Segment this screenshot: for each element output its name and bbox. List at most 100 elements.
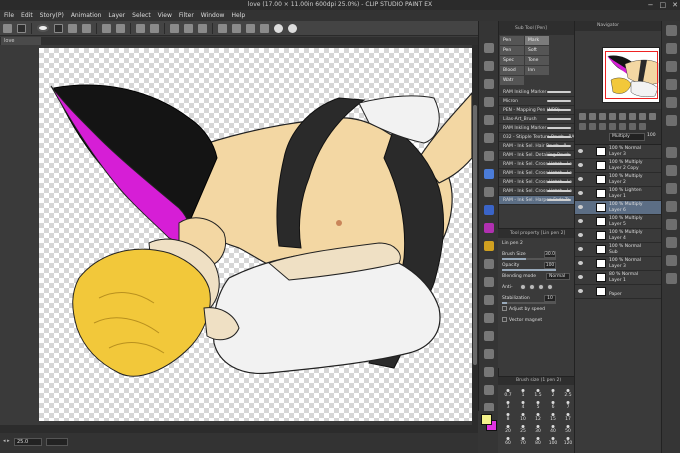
dock-icon[interactable] (666, 43, 677, 54)
mask-add-icon[interactable] (629, 123, 636, 130)
document-tab[interactable]: love (1, 37, 41, 45)
visibility-eye-icon[interactable] (578, 149, 583, 153)
dock-icon[interactable] (666, 25, 677, 36)
brush-size-preset[interactable]: 3 (502, 400, 514, 410)
brush-item[interactable]: RAM - Ink Sel. Cross Hatch - Lo (499, 178, 574, 187)
layer-row[interactable]: 100 % Lighten Layer 1 (575, 187, 662, 201)
navigator-preview[interactable] (602, 47, 660, 103)
subtool-tab[interactable]: Soft (525, 46, 549, 55)
menu-help[interactable]: Help (231, 12, 245, 19)
grid-icon[interactable] (246, 23, 255, 33)
combine-icon[interactable] (619, 123, 626, 130)
layer-row[interactable]: 80 % Normal Layer 1 (575, 271, 662, 285)
brush-size-preset[interactable]: 120 (562, 436, 574, 446)
dock-icon[interactable] (666, 237, 677, 248)
layer-row[interactable]: 100 % Multiply Layer 6 (575, 201, 662, 215)
new-vector-layer-icon[interactable] (589, 123, 596, 130)
clip-studio-icon[interactable] (37, 24, 49, 32)
menu-file[interactable]: File (4, 12, 14, 19)
brush-size-preset[interactable]: 7 (562, 400, 574, 410)
brush-size-preset[interactable]: 60 (502, 436, 514, 446)
zoom-tool-icon[interactable] (484, 43, 494, 53)
dock-icon[interactable] (666, 147, 677, 158)
brush-size-preset[interactable]: 70 (517, 436, 529, 446)
brush-item[interactable]: RAM - Ink Sel. Cross Hatch - Lo (499, 169, 574, 178)
brush-item[interactable]: RAM - Ink Sel. Harpen Fade-To (499, 196, 574, 205)
menu-edit[interactable]: Edit (21, 12, 33, 19)
help-icon[interactable] (288, 23, 297, 33)
layer-row[interactable]: 100 % Normal Layer 3 (575, 257, 662, 271)
menu-filter[interactable]: Filter (179, 12, 194, 19)
brush-size-value[interactable]: 30.0 (544, 251, 556, 258)
hand-tool-icon[interactable] (484, 61, 494, 71)
pen-tool-icon[interactable] (484, 169, 494, 179)
antialias-options[interactable] (520, 284, 553, 290)
visibility-eye-icon[interactable] (578, 233, 583, 237)
opacity-row[interactable]: Opacity 100 (498, 260, 574, 271)
open-folder-icon[interactable] (68, 23, 77, 33)
dock-icon[interactable] (666, 255, 677, 266)
dock-icon[interactable] (666, 219, 677, 230)
operation-tool-icon[interactable] (484, 79, 494, 89)
brush-size-preset[interactable]: 2.5 (562, 388, 574, 398)
brush-item[interactable]: RAM - Ink Sel. Hair Brush - 8 (499, 142, 574, 151)
brush-item[interactable]: 032 - Stipple Texture Brush - RA (499, 133, 574, 142)
invert-selection-icon[interactable] (184, 23, 193, 33)
figure-tool-icon[interactable] (484, 331, 494, 341)
dock-icon[interactable] (666, 115, 677, 126)
brush-size-row[interactable]: Brush Size 30.0 (498, 249, 574, 260)
dock-icon[interactable] (666, 201, 677, 212)
brush-size-preset[interactable]: 6 (547, 400, 559, 410)
fill-tool-icon[interactable] (484, 295, 494, 305)
layer-row[interactable]: 100 % Multiply Layer 2 (575, 173, 662, 187)
dock-icon[interactable] (666, 273, 677, 284)
transform-icon[interactable] (198, 23, 207, 33)
new-canvas-icon[interactable] (17, 23, 26, 33)
subtool-tab[interactable]: Watr (500, 76, 524, 85)
fill-icon[interactable] (150, 23, 159, 33)
blend-tool-icon[interactable] (484, 277, 494, 287)
brush-size-preset[interactable]: 80 (532, 436, 544, 446)
menu-layer[interactable]: Layer (108, 12, 125, 19)
selection-tool-icon[interactable] (484, 115, 494, 125)
dock-icon[interactable] (666, 183, 677, 194)
brush-size-preset[interactable]: 4 (517, 400, 529, 410)
layer-row[interactable]: 100 % Normal Layer 3 (575, 145, 662, 159)
ruler-icon[interactable] (232, 23, 241, 33)
clip-studio-assets-icon[interactable] (274, 23, 283, 33)
visibility-eye-icon[interactable] (578, 289, 583, 293)
eyedropper-icon[interactable] (484, 151, 494, 161)
brush-size-preset[interactable]: 100 (547, 436, 559, 446)
brush-size-preset[interactable]: 30 (532, 424, 544, 434)
redo-icon[interactable] (116, 23, 125, 33)
brush-size-preset[interactable]: 25 (517, 424, 529, 434)
horizontal-scrollbar[interactable] (0, 425, 472, 433)
vector-magnet-checkbox[interactable] (502, 317, 507, 322)
subtool-tab[interactable]: Inn (525, 66, 549, 75)
close-button[interactable]: ✕ (672, 1, 678, 9)
airbrush-tool-icon[interactable] (484, 223, 494, 233)
brush-item[interactable]: RAM - Ink Sel. Detailing Brush (499, 151, 574, 160)
brush-item[interactable]: RAM - Ink Sel. Cross Hatch - Lo (499, 160, 574, 169)
subtool-tab[interactable]: Pen (500, 36, 524, 45)
maximize-button[interactable]: □ (660, 1, 667, 9)
dock-icon[interactable] (666, 79, 677, 90)
grid-menu-icon[interactable] (3, 23, 12, 33)
visibility-eye-icon[interactable] (578, 219, 583, 223)
subtool-tab[interactable]: Mark (525, 36, 549, 45)
undo-icon[interactable] (102, 23, 111, 33)
brush-size-preset[interactable]: 2 (547, 388, 559, 398)
brush-size-preset[interactable]: 1.5 (532, 388, 544, 398)
clip-icon[interactable] (589, 113, 596, 120)
reference-icon[interactable] (599, 113, 606, 120)
gradient-tool-icon[interactable] (484, 313, 494, 323)
subtool-tab[interactable]: Tone (525, 56, 549, 65)
visibility-eye-icon[interactable] (578, 191, 583, 195)
eraser-tool-icon[interactable] (484, 259, 494, 269)
dock-icon[interactable] (666, 61, 677, 72)
auto-select-icon[interactable] (484, 133, 494, 143)
adjust-speed-row[interactable]: Adjust by speed (498, 304, 574, 315)
subtool-tab[interactable]: Spec (500, 56, 524, 65)
delete-layer-icon[interactable] (639, 123, 646, 130)
ruler-link-icon[interactable] (629, 113, 636, 120)
